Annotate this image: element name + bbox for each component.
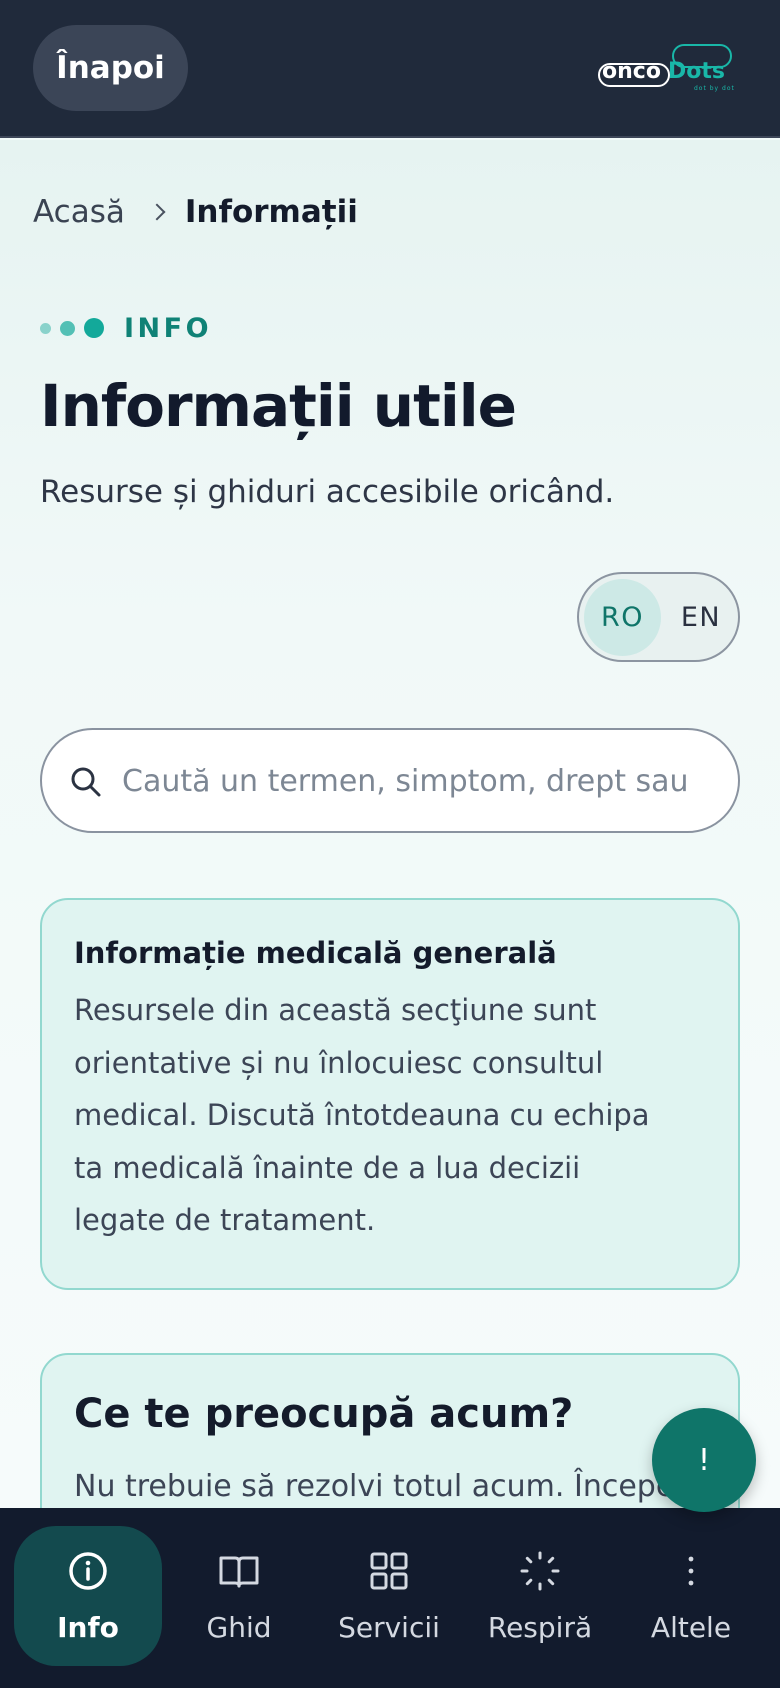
notice-body: Resursele din această secţiune sunt orie…: [74, 984, 706, 1247]
info-icon: [69, 1551, 107, 1590]
breathe-loader-icon: [520, 1551, 560, 1590]
notice-line: legate de tratament.: [74, 1203, 376, 1237]
notice-line: orientative și nu înlocuiesc consultul: [74, 1045, 604, 1080]
eyebrow-label: INFO: [124, 312, 213, 344]
nav-label: Respiră: [487, 1610, 593, 1644]
section-eyebrow: INFO: [40, 312, 212, 344]
search-box: [40, 728, 740, 833]
search-icon: [71, 767, 101, 797]
top-header: Înapoi onco Dots dot by dot: [0, 0, 780, 138]
nav-item-ghid[interactable]: Ghid: [165, 1526, 313, 1666]
concern-title: Ce te preocupă acum?: [74, 1391, 574, 1437]
grid-icon: [370, 1552, 408, 1589]
page-title: Informații utile: [40, 372, 517, 440]
nav-label: Servicii: [338, 1610, 440, 1644]
page-subtitle: Resurse și ghiduri accesibile oricând.: [40, 474, 615, 510]
notice-line: medical. Discută întotdeauna cu echipa: [74, 1098, 650, 1132]
search-input[interactable]: [122, 750, 720, 812]
concern-card: Ce te preocupă acum? Nu trebuie să rezol…: [40, 1353, 740, 1508]
nav-label: Info: [57, 1610, 119, 1644]
back-button[interactable]: Înapoi: [33, 25, 188, 111]
breadcrumb-home-link[interactable]: Acasă: [33, 194, 125, 230]
bottom-navigation: Info Ghid Servicii Respiră Altele: [0, 1508, 780, 1688]
language-toggle: RO EN: [577, 572, 740, 662]
dot-icon: [60, 320, 75, 336]
alert-fab-button[interactable]: !: [652, 1408, 756, 1512]
more-vertical-icon: [688, 1556, 694, 1585]
language-en-button[interactable]: EN: [667, 579, 735, 656]
oncodots-logo[interactable]: onco Dots dot by dot: [598, 44, 748, 94]
nav-item-respira[interactable]: Respiră: [466, 1526, 614, 1666]
book-icon: [219, 1556, 259, 1587]
nav-label: Altele: [650, 1610, 732, 1644]
concern-body: Nu trebuie să rezolvi totul acum. Începe: [74, 1469, 675, 1504]
nav-label: Ghid: [206, 1610, 272, 1644]
main-content: Acasă Informații INFO Informații utile R…: [0, 140, 780, 1508]
notice-line: Resursele din această secţiune sunt: [74, 993, 597, 1027]
breadcrumb-current: Informații: [184, 194, 358, 230]
nav-item-info[interactable]: Info: [14, 1526, 162, 1666]
nav-item-servicii[interactable]: Servicii: [315, 1526, 463, 1666]
logo-tagline: dot by dot: [694, 85, 735, 92]
breadcrumb: Acasă Informații: [33, 192, 358, 232]
notice-title: Informație medicală generală: [74, 936, 557, 970]
logo-dots-text: Dots: [668, 59, 725, 84]
dot-icon: [84, 318, 104, 338]
dot-icon: [40, 322, 51, 334]
medical-notice-card: Informație medicală generală Resursele d…: [40, 898, 740, 1290]
nav-item-altele[interactable]: Altele: [617, 1526, 765, 1666]
notice-line: ta medicală înainte de a lua decizii: [74, 1150, 581, 1185]
language-ro-button[interactable]: RO: [584, 579, 661, 656]
chevron-right-icon: [148, 203, 166, 221]
logo-onco-text: onco: [602, 59, 661, 84]
